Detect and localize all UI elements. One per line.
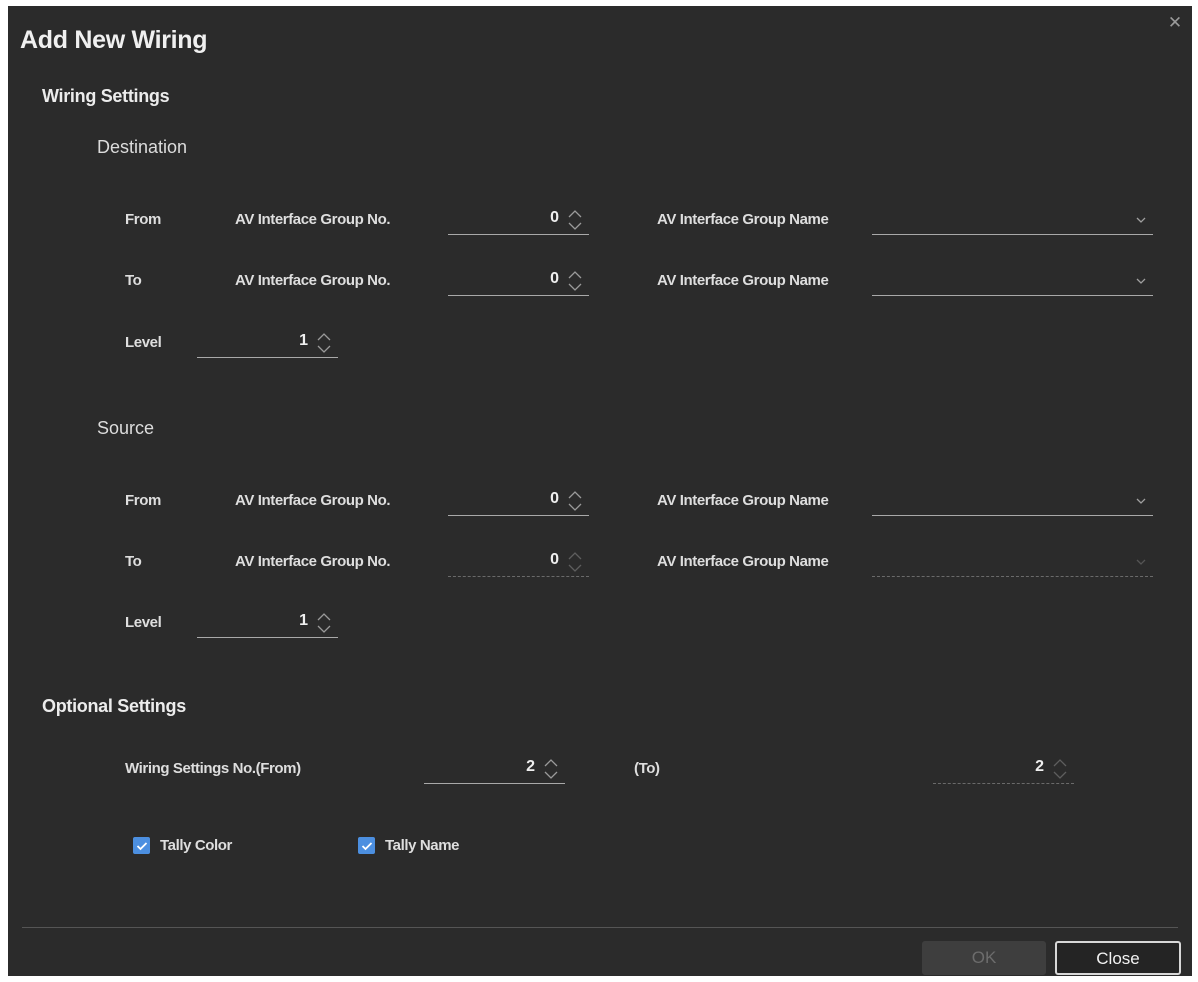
destination-from-group-no-value: 0	[550, 209, 559, 226]
checkbox-checked-icon[interactable]	[133, 837, 150, 854]
destination-to-label: To	[125, 272, 142, 289]
spinner-arrows-icon[interactable]	[566, 488, 584, 514]
ok-button[interactable]: OK	[922, 941, 1046, 975]
source-level-spinner[interactable]: 1	[197, 610, 338, 638]
source-from-group-no-label: AV Interface Group No.	[235, 492, 391, 509]
spinner-arrows-icon[interactable]	[542, 756, 560, 782]
destination-level-value: 1	[299, 332, 308, 349]
wiring-no-to-spinner: 2	[933, 756, 1074, 784]
destination-to-group-no-label: AV Interface Group No.	[235, 272, 391, 289]
close-icon[interactable]: ✕	[1166, 14, 1184, 32]
source-from-group-no-spinner[interactable]: 0	[448, 488, 589, 516]
wiring-no-from-spinner[interactable]: 2	[424, 756, 565, 784]
wiring-no-from-value: 2	[526, 758, 535, 775]
tally-name-checkbox[interactable]: Tally Name	[358, 837, 459, 854]
spinner-arrows-icon[interactable]	[315, 330, 333, 356]
destination-to-group-no-value: 0	[550, 270, 559, 287]
destination-from-group-name-label: AV Interface Group Name	[657, 211, 829, 228]
add-new-wiring-dialog: Add New Wiring ✕ Wiring Settings Destina…	[8, 6, 1192, 976]
wiring-no-from-label: Wiring Settings No.(From)	[125, 760, 301, 777]
dialog-title: Add New Wiring	[20, 26, 208, 54]
source-from-group-name-label: AV Interface Group Name	[657, 492, 829, 509]
spinner-arrows-icon[interactable]	[566, 207, 584, 233]
tally-color-checkbox[interactable]: Tally Color	[133, 837, 232, 854]
source-level-value: 1	[299, 612, 308, 629]
destination-from-group-no-spinner[interactable]: 0	[448, 207, 589, 235]
source-from-group-no-value: 0	[550, 490, 559, 507]
chevron-down-icon	[1135, 213, 1147, 225]
destination-to-group-name-label: AV Interface Group Name	[657, 272, 829, 289]
source-from-label: From	[125, 492, 161, 509]
spinner-arrows-icon	[566, 549, 584, 575]
destination-from-label: From	[125, 211, 161, 228]
destination-heading: Destination	[97, 137, 188, 157]
tally-color-label: Tally Color	[160, 837, 232, 854]
chevron-down-icon	[1135, 274, 1147, 286]
source-to-label: To	[125, 553, 142, 570]
source-to-group-name-label: AV Interface Group Name	[657, 553, 829, 570]
destination-to-group-no-spinner[interactable]: 0	[448, 268, 589, 296]
source-to-group-no-value: 0	[550, 551, 559, 568]
wiring-no-to-label: (To)	[634, 760, 660, 777]
source-from-group-name-select[interactable]	[872, 488, 1153, 516]
optional-settings-heading: Optional Settings	[42, 696, 186, 716]
checkbox-checked-icon[interactable]	[358, 837, 375, 854]
source-level-label: Level	[125, 614, 162, 631]
chevron-down-icon	[1135, 494, 1147, 506]
chevron-down-icon	[1135, 555, 1147, 567]
source-to-group-name-select	[872, 549, 1153, 577]
tally-name-label: Tally Name	[385, 837, 460, 854]
wiring-settings-heading: Wiring Settings	[42, 86, 170, 106]
spinner-arrows-icon[interactable]	[315, 610, 333, 636]
source-heading: Source	[97, 418, 155, 438]
destination-from-group-no-label: AV Interface Group No.	[235, 211, 391, 228]
destination-from-group-name-select[interactable]	[872, 207, 1153, 235]
source-to-group-no-label: AV Interface Group No.	[235, 553, 391, 570]
destination-level-spinner[interactable]: 1	[197, 330, 338, 358]
destination-to-group-name-select[interactable]	[872, 268, 1153, 296]
spinner-arrows-icon[interactable]	[566, 268, 584, 294]
spinner-arrows-icon	[1051, 756, 1069, 782]
footer-divider	[22, 927, 1178, 928]
wiring-no-to-value: 2	[1035, 758, 1044, 775]
close-button[interactable]: Close	[1055, 941, 1181, 975]
source-to-group-no-spinner: 0	[448, 549, 589, 577]
destination-level-label: Level	[125, 334, 162, 351]
